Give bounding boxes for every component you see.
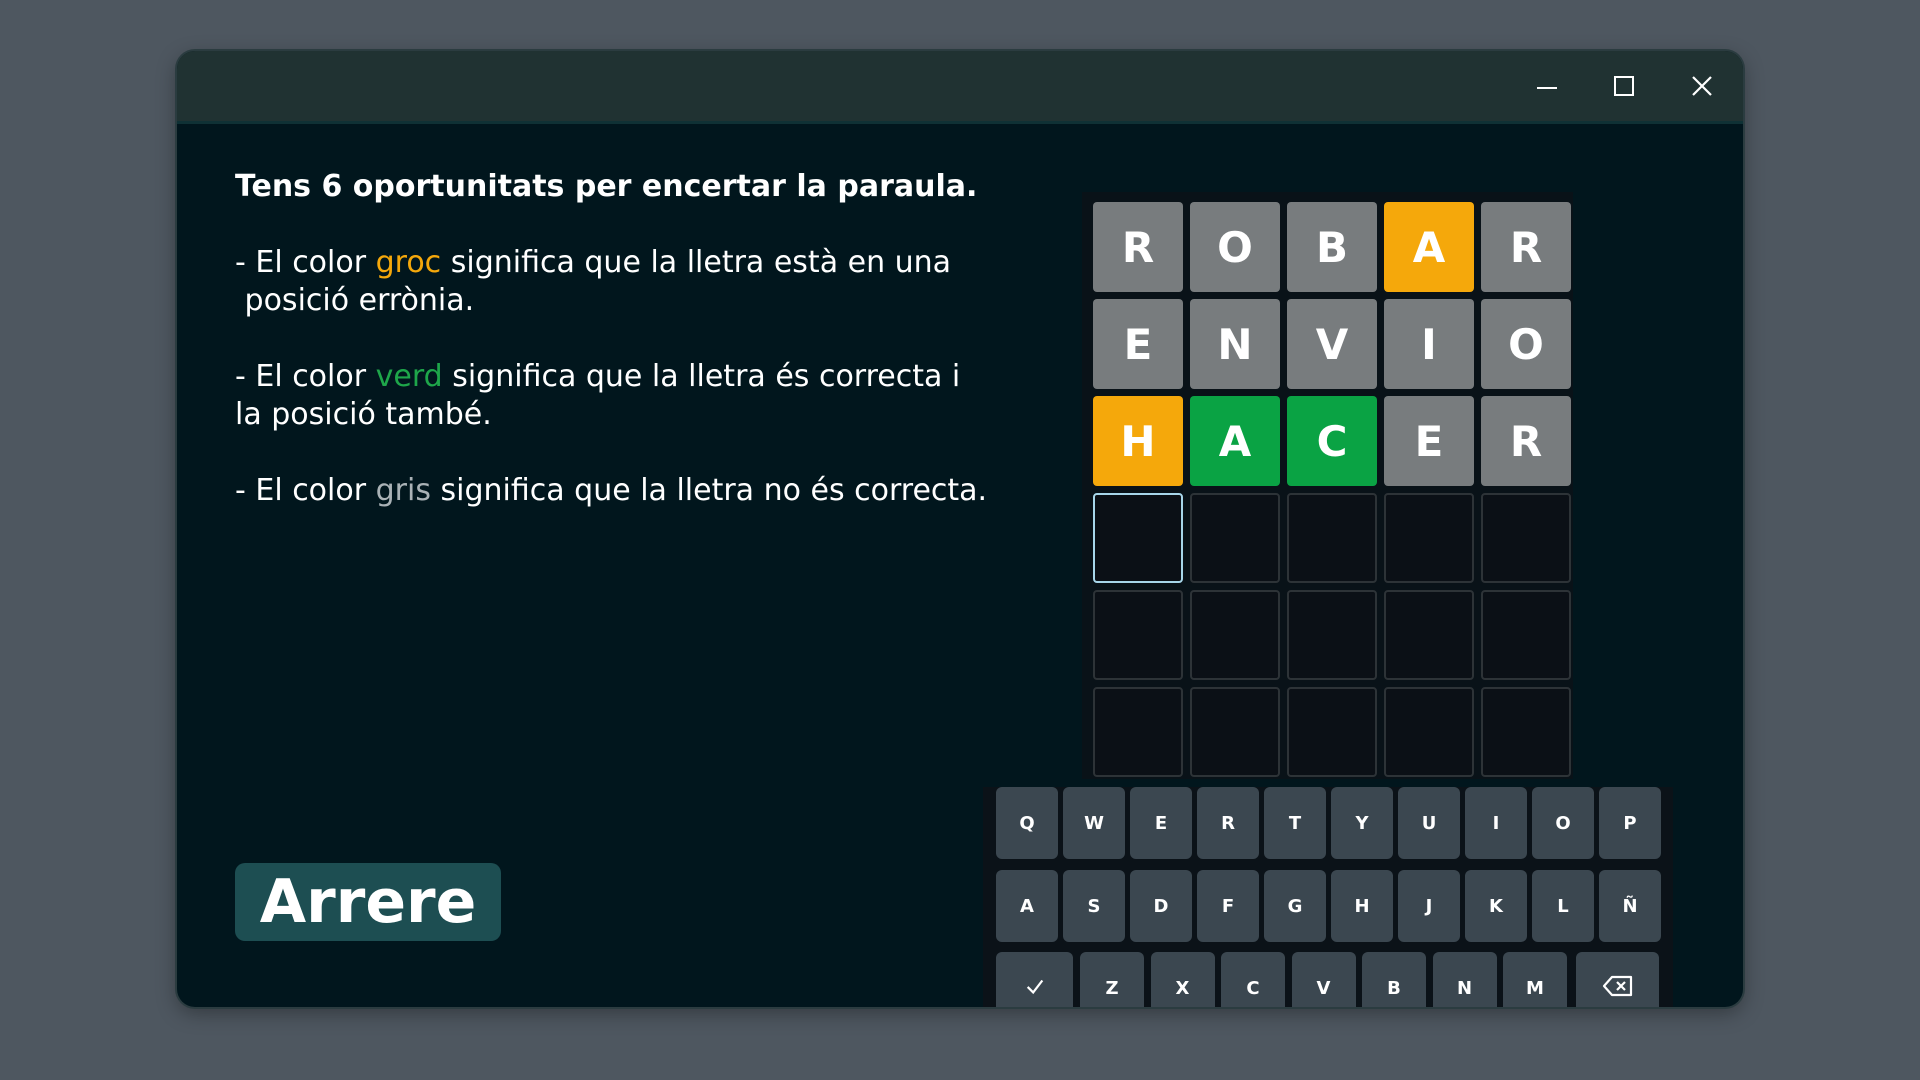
key-w[interactable]: W	[1063, 787, 1125, 859]
key-v[interactable]: V	[1291, 952, 1356, 1007]
yellow-rule-prefix: - El color	[235, 245, 376, 280]
board-tile: B	[1287, 202, 1377, 292]
title-bar	[177, 51, 1743, 124]
maximize-icon	[1612, 74, 1636, 98]
board-tile	[1287, 493, 1377, 583]
green-rule-prefix: - El color	[235, 359, 376, 394]
board-tile	[1190, 493, 1280, 583]
key-ñ[interactable]: Ñ	[1599, 870, 1661, 942]
green-rule-text: significa que la lletra és correcta i	[442, 359, 961, 394]
key-a[interactable]: A	[996, 870, 1058, 942]
board-tile: V	[1287, 299, 1377, 389]
board-tile: H	[1093, 396, 1183, 486]
key-x[interactable]: X	[1150, 952, 1215, 1007]
board-tile: R	[1481, 202, 1571, 292]
key-y[interactable]: Y	[1331, 787, 1393, 859]
minimize-button[interactable]	[1520, 61, 1574, 111]
board-tile	[1190, 687, 1280, 777]
key-c[interactable]: C	[1221, 952, 1285, 1007]
key-n[interactable]: N	[1432, 952, 1497, 1007]
board-tile: O	[1190, 202, 1280, 292]
backspace-icon	[1602, 975, 1634, 1002]
gray-word: gris	[375, 473, 431, 508]
minimize-icon	[1535, 74, 1559, 98]
board-tile: N	[1190, 299, 1280, 389]
instructions-title: Tens 6 oportunitats per encertar la para…	[235, 169, 978, 204]
key-j[interactable]: J	[1398, 870, 1460, 942]
maximize-button[interactable]	[1597, 61, 1651, 111]
key-z[interactable]: Z	[1080, 952, 1144, 1007]
board-tile: A	[1384, 202, 1474, 292]
key-p[interactable]: P	[1599, 787, 1661, 859]
board-tile: A	[1190, 396, 1280, 486]
board-tile: E	[1384, 396, 1474, 486]
board-tile	[1481, 590, 1571, 680]
key-s[interactable]: S	[1063, 870, 1125, 942]
gray-rule: - El color gris significa que la lletra …	[235, 472, 995, 510]
key-l[interactable]: L	[1532, 870, 1594, 942]
key-g[interactable]: G	[1264, 870, 1326, 942]
board-tile	[1481, 493, 1571, 583]
close-button[interactable]	[1675, 61, 1729, 111]
checkmark-icon	[1024, 975, 1046, 1002]
board-tile	[1481, 687, 1571, 777]
on-screen-keyboard: QWERTYUIOP ASDFGHJKLÑ ZXCVBNM	[983, 787, 1673, 1007]
key-m[interactable]: M	[1503, 952, 1567, 1007]
key-f[interactable]: F	[1197, 870, 1259, 942]
key-k[interactable]: K	[1465, 870, 1527, 942]
green-rule-text-2: la posició també.	[235, 397, 492, 432]
key-r[interactable]: R	[1197, 787, 1259, 859]
board-tile: E	[1093, 299, 1183, 389]
key-o[interactable]: O	[1532, 787, 1594, 859]
key-u[interactable]: U	[1398, 787, 1460, 859]
board-tile	[1384, 687, 1474, 777]
board-tile	[1093, 687, 1183, 777]
app-window: Tens 6 oportunitats per encertar la para…	[177, 51, 1743, 1007]
key-e[interactable]: E	[1130, 787, 1192, 859]
gray-rule-text: significa que la lletra no és correcta.	[430, 473, 988, 508]
board-tile: I	[1384, 299, 1474, 389]
close-icon	[1690, 74, 1714, 98]
instructions-panel: Tens 6 oportunitats per encertar la para…	[235, 168, 995, 548]
backspace-key[interactable]	[1576, 952, 1659, 1007]
key-q[interactable]: Q	[996, 787, 1058, 859]
board-tile	[1190, 590, 1280, 680]
key-h[interactable]: H	[1331, 870, 1393, 942]
board-tile	[1384, 590, 1474, 680]
yellow-rule-text-2: posició errònia.	[235, 283, 475, 318]
board-tile: O	[1481, 299, 1571, 389]
enter-key[interactable]	[996, 952, 1073, 1007]
key-b[interactable]: B	[1362, 952, 1426, 1007]
game-board: ROBARENVIOHACER	[1082, 192, 1573, 779]
key-d[interactable]: D	[1130, 870, 1192, 942]
back-button[interactable]: Arrere	[235, 863, 501, 941]
board-tile: R	[1093, 202, 1183, 292]
yellow-word: groc	[375, 245, 442, 280]
board-tile	[1384, 493, 1474, 583]
board-tile	[1287, 590, 1377, 680]
yellow-rule: - El color groc significa que la lletra …	[235, 244, 995, 320]
green-rule: - El color verd significa que la lletra …	[235, 358, 995, 434]
main-content: Tens 6 oportunitats per encertar la para…	[177, 124, 1743, 1007]
board-tile	[1093, 493, 1183, 583]
board-tile	[1093, 590, 1183, 680]
board-tile	[1287, 687, 1377, 777]
gray-rule-prefix: - El color	[235, 473, 376, 508]
yellow-rule-text: significa que la lletra està en una	[441, 245, 952, 280]
board-tile: C	[1287, 396, 1377, 486]
key-i[interactable]: I	[1465, 787, 1527, 859]
board-tile: R	[1481, 396, 1571, 486]
green-word: verd	[375, 359, 443, 394]
key-t[interactable]: T	[1264, 787, 1326, 859]
